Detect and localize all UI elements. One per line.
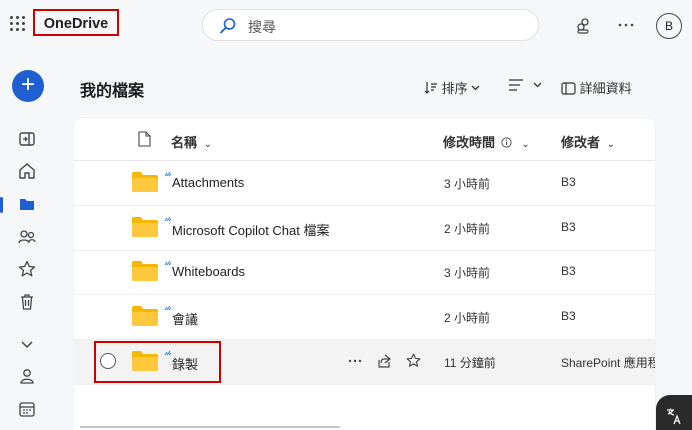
- sort-button[interactable]: 排序: [424, 78, 480, 97]
- modified-by: B3: [561, 264, 576, 278]
- list-view-icon: [509, 79, 523, 91]
- sort-icon: [424, 82, 437, 94]
- info-icon[interactable]: [501, 137, 512, 148]
- file-icon[interactable]: [137, 131, 151, 147]
- modified-time: 3 小時前: [444, 266, 491, 280]
- highlight-box: [94, 341, 221, 383]
- translate-icon: [667, 408, 681, 425]
- page-title: 我的檔案: [80, 83, 145, 100]
- column-header-name[interactable]: 名稱 ⌄: [171, 132, 212, 151]
- details-button[interactable]: 詳細資料: [561, 78, 632, 97]
- modified-time: 11 分鐘前: [444, 356, 496, 370]
- feedback-icon[interactable]: [575, 16, 593, 34]
- column-modified-label: 修改時間: [443, 135, 496, 150]
- avatar[interactable]: B: [656, 13, 682, 39]
- calendar-icon[interactable]: [17, 399, 37, 419]
- chevron-down-icon[interactable]: [17, 334, 37, 354]
- search-icon: [220, 18, 236, 34]
- table-row[interactable]: 會議 2 小時前 B3: [74, 295, 655, 340]
- new-item-icon: [164, 171, 172, 177]
- column-name-label: 名稱: [171, 135, 198, 150]
- file-name[interactable]: Whiteboards: [172, 264, 245, 279]
- modified-by: SharePoint 應用程式: [561, 356, 655, 370]
- sort-label: 排序: [441, 81, 468, 96]
- modified-by: B3: [561, 309, 576, 323]
- column-modified-by-label: 修改者: [561, 135, 601, 150]
- chevron-down-icon: [471, 85, 480, 91]
- file-list: 名稱 ⌄ 修改時間 ⌄ 修改者 ⌄ Attachments 3 小時前 B3 M…: [74, 118, 655, 430]
- folder-icon[interactable]: [17, 194, 37, 214]
- active-indicator: [0, 197, 3, 213]
- search-box[interactable]: 搜尋: [202, 9, 539, 41]
- new-item-icon: [164, 216, 172, 222]
- table-row[interactable]: Whiteboards 3 小時前 B3: [74, 250, 655, 295]
- share-icon[interactable]: [376, 353, 392, 369]
- translate-badge[interactable]: [656, 395, 692, 430]
- new-item-icon: [164, 305, 172, 311]
- modified-by: B3: [561, 220, 576, 234]
- more-icon[interactable]: [617, 22, 635, 28]
- modified-by: B3: [561, 175, 576, 189]
- chevron-down-icon: [533, 82, 542, 88]
- scrollbar[interactable]: [80, 426, 340, 428]
- folder-icon: [132, 261, 158, 281]
- more-icon[interactable]: [348, 359, 362, 363]
- modified-time: 3 小時前: [444, 177, 491, 191]
- table-row[interactable]: Attachments 3 小時前 B3: [74, 161, 655, 206]
- trash-icon[interactable]: [17, 292, 37, 312]
- details-label: 詳細資料: [579, 81, 632, 96]
- table-row[interactable]: Microsoft Copilot Chat 檔案 2 小時前 B3: [74, 206, 655, 251]
- list-header: 名稱 ⌄ 修改時間 ⌄ 修改者 ⌄: [74, 118, 655, 161]
- folder-icon: [132, 306, 158, 326]
- app-title[interactable]: OneDrive: [33, 9, 119, 36]
- home-icon[interactable]: [17, 161, 37, 181]
- new-item-icon: [164, 260, 172, 266]
- star-icon[interactable]: [405, 352, 422, 369]
- waffle-icon[interactable]: [10, 16, 26, 32]
- view-options-button[interactable]: [508, 78, 542, 93]
- file-name[interactable]: Microsoft Copilot Chat 檔案: [172, 220, 330, 239]
- file-name[interactable]: 會議: [172, 309, 198, 328]
- file-name[interactable]: Attachments: [172, 175, 244, 190]
- folder-icon: [132, 172, 158, 192]
- search-placeholder: 搜尋: [248, 19, 276, 35]
- column-header-modified-by[interactable]: 修改者 ⌄: [561, 132, 615, 151]
- add-icon[interactable]: +: [12, 70, 44, 102]
- modified-time: 2 小時前: [444, 222, 491, 236]
- modified-time: 2 小時前: [444, 311, 491, 325]
- person-icon[interactable]: [17, 366, 37, 386]
- collapse-pane-icon[interactable]: [17, 129, 37, 149]
- column-header-modified[interactable]: 修改時間 ⌄: [443, 132, 530, 151]
- top-bar: OneDrive 搜尋 B: [0, 0, 692, 52]
- star-icon[interactable]: [17, 259, 37, 279]
- people-icon[interactable]: [17, 227, 37, 247]
- folder-icon: [132, 217, 158, 237]
- details-pane-icon: [561, 82, 576, 95]
